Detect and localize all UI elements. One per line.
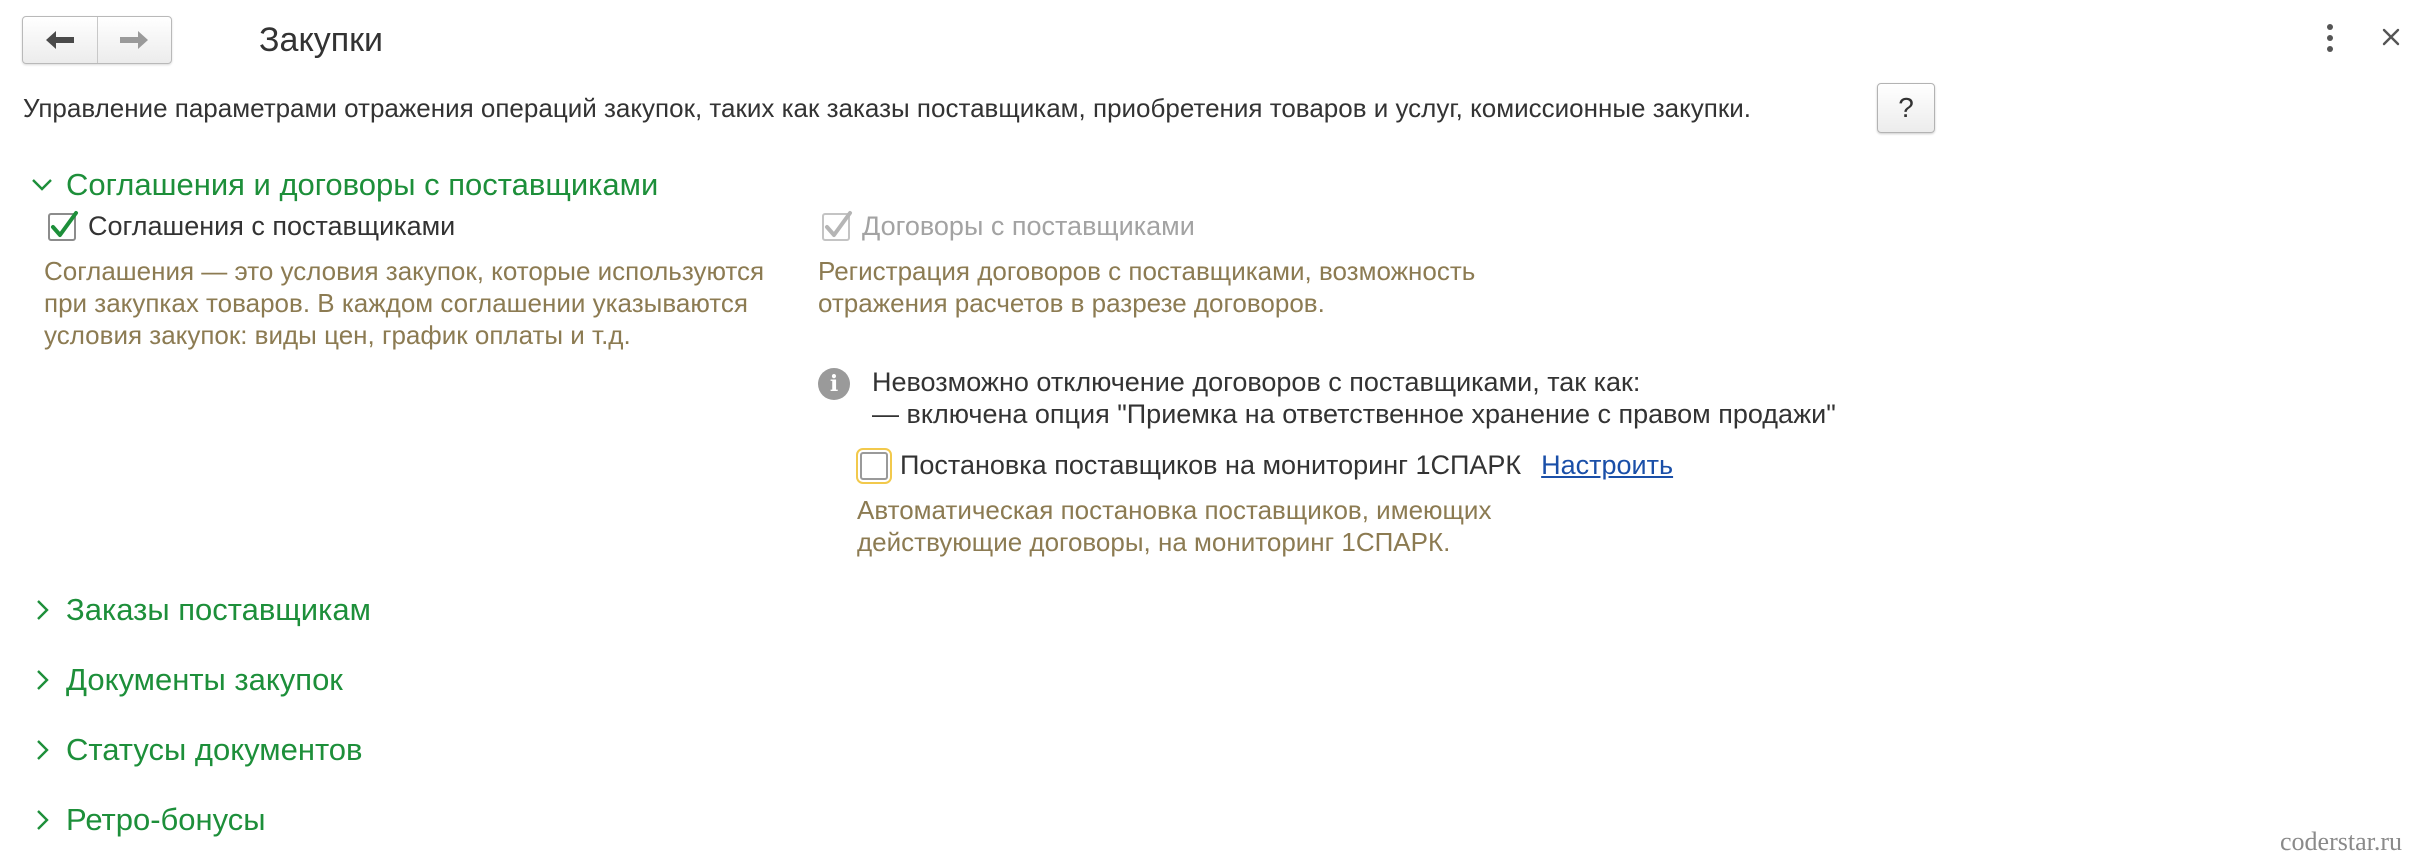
contracts-checkbox-row: Договоры с поставщиками <box>822 210 1195 242</box>
page: Закупки Управление параметрами отражения… <box>0 0 2426 867</box>
section-statuses-header[interactable]: Статусы документов <box>28 732 363 768</box>
section-statuses-title: Статусы документов <box>66 732 363 767</box>
section-documents-title: Документы закупок <box>66 662 343 697</box>
agreements-hint-line: условия закупок: виды цен, график оплаты… <box>44 320 631 350</box>
monitoring-hint: Автоматическая постановка поставщиков, и… <box>857 494 1491 558</box>
section-retro-header[interactable]: Ретро-бонусы <box>28 802 266 838</box>
page-description: Управление параметрами отражения операци… <box>23 93 1751 123</box>
contracts-hint: Регистрация договоров с поставщиками, во… <box>818 255 1475 319</box>
info-text: Невозможно отключение договоров с постав… <box>872 366 1836 430</box>
agreements-hint: Соглашения — это условия закупок, которы… <box>44 255 764 351</box>
section-orders-header[interactable]: Заказы поставщикам <box>28 592 371 628</box>
close-icon[interactable] <box>2376 22 2406 52</box>
checkmark-icon <box>51 210 78 237</box>
watermark: coderstar.ru <box>2279 827 2402 856</box>
monitoring-checkbox-label: Постановка поставщиков на мониторинг 1СП… <box>900 450 1522 480</box>
agreements-checkbox-row[interactable]: Соглашения с поставщиками <box>48 210 456 242</box>
section-agreements-title: Соглашения и договоры с поставщиками <box>66 167 659 202</box>
info-message: i Невозможно отключение договоров с пост… <box>818 366 1836 430</box>
page-title: Закупки <box>259 21 383 59</box>
header: Закупки <box>0 0 2426 80</box>
chevron-right-icon <box>37 670 49 690</box>
info-icon: i <box>818 368 850 400</box>
agreements-hint-line: Соглашения — это условия закупок, которы… <box>44 256 765 286</box>
section-documents-header[interactable]: Документы закупок <box>28 662 343 698</box>
chevron-right-icon <box>37 740 49 760</box>
contracts-hint-line: Регистрация договоров с поставщиками, во… <box>818 256 1476 286</box>
agreements-checkbox[interactable] <box>48 210 78 241</box>
section-agreements-header[interactable]: Соглашения и договоры с поставщиками <box>28 167 658 203</box>
chevron-right-icon <box>37 810 49 830</box>
navigation-buttons <box>22 16 172 64</box>
more-vertical-icon[interactable] <box>2320 20 2340 56</box>
configure-link[interactable]: Настроить <box>1541 450 1673 481</box>
arrow-left-icon <box>45 31 74 49</box>
agreements-hint-line: при закупках товаров. В каждом соглашени… <box>44 288 748 318</box>
chevron-right-icon <box>37 600 49 620</box>
section-orders-title: Заказы поставщикам <box>66 592 371 627</box>
contracts-checkbox-label: Договоры с поставщиками <box>862 211 1195 241</box>
contracts-checkbox <box>822 210 852 241</box>
info-line: — включена опция "Приемка на ответственн… <box>872 399 1836 429</box>
help-button[interactable]: ? <box>1877 83 1935 133</box>
arrow-right-icon <box>120 31 149 49</box>
monitoring-checkbox-row[interactable]: Постановка поставщиков на мониторинг 1СП… <box>856 447 1673 484</box>
contracts-hint-line: отражения расчетов в разрезе договоров. <box>818 288 1325 318</box>
monitoring-hint-line: Автоматическая постановка поставщиков, и… <box>857 495 1492 525</box>
agreements-checkbox-label: Соглашения с поставщиками <box>88 211 456 241</box>
section-retro-title: Ретро-бонусы <box>66 802 266 837</box>
info-line: Невозможно отключение договоров с постав… <box>872 367 1641 397</box>
monitoring-checkbox[interactable] <box>856 447 892 484</box>
forward-button[interactable] <box>96 17 172 63</box>
back-button[interactable] <box>23 17 97 63</box>
monitoring-hint-line: действующие договоры, на мониторинг 1СПА… <box>857 527 1451 557</box>
checkmark-icon <box>825 210 852 237</box>
chevron-down-icon <box>32 179 52 191</box>
